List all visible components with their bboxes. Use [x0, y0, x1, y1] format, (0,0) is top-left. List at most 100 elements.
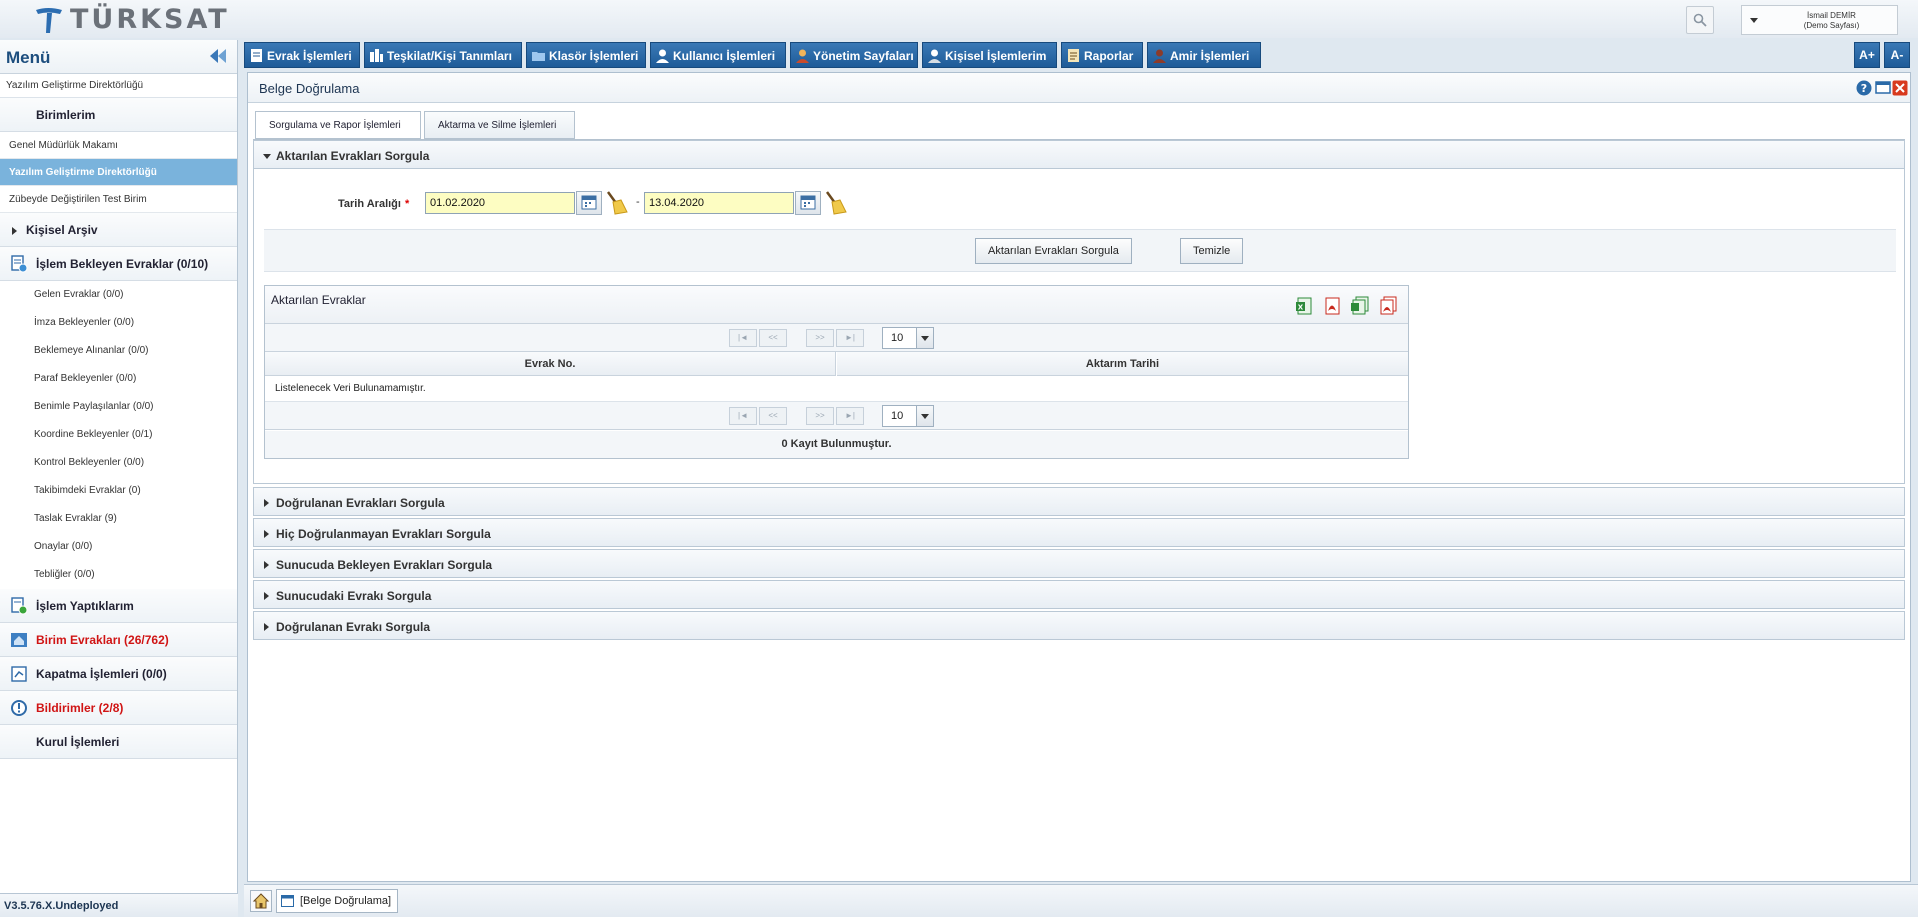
units-header[interactable]: Birimlerim — [0, 98, 237, 132]
window-icon[interactable] — [1875, 80, 1891, 96]
accordion-dogrulanan-sorgula[interactable]: Doğrulanan Evrakları Sorgula — [253, 487, 1905, 516]
home-button[interactable] — [250, 890, 272, 912]
closing-ops-header[interactable]: Kapatma İşlemleri (0/0) — [0, 657, 237, 691]
accordion-aktarilan-sorgula[interactable]: Aktarılan Evrakları Sorgula — [253, 140, 1905, 169]
transferred-docs-grid: Aktarılan Evraklar X |◄ << >> ►| 10 Evra… — [264, 285, 1409, 459]
pending-item[interactable]: Tebliğler (0/0) — [0, 561, 237, 589]
manager-icon — [1153, 49, 1166, 63]
sidebar-title: Menü — [6, 48, 51, 67]
prev-page-button[interactable]: << — [759, 329, 787, 347]
broom-icon — [825, 191, 847, 215]
prev-page-button[interactable]: << — [759, 407, 787, 425]
pending-item[interactable]: Koordine Bekleyenler (0/1) — [0, 421, 237, 449]
close-icon[interactable] — [1892, 80, 1908, 96]
grid-pager-bottom: |◄ << >> ►| 10 — [265, 402, 1408, 430]
board-ops-header[interactable]: Kurul İşlemleri — [0, 725, 237, 759]
document-icon — [251, 49, 262, 62]
nav-klasor-islemleri[interactable]: Klasör İşlemleri — [526, 42, 646, 68]
next-page-button[interactable]: >> — [806, 407, 834, 425]
sidebar-header: Menü — [0, 40, 237, 74]
grid-pager-top: |◄ << >> ►| 10 — [265, 324, 1408, 352]
accordion-sunucudaki-evrak[interactable]: Sunucudaki Evrakı Sorgula — [253, 580, 1905, 609]
query-transferred-button[interactable]: Aktarılan Evrakları Sorgula — [975, 238, 1132, 264]
current-unit: Yazılım Geliştirme Direktörlüğü — [0, 74, 237, 98]
unit-item[interactable]: Zübeyde Değiştirilen Test Birim — [0, 186, 237, 213]
collapse-sidebar-icon[interactable] — [208, 47, 228, 65]
tab-sorgulama-rapor[interactable]: Sorgulama ve Rapor İşlemleri — [255, 111, 421, 139]
unit-home-icon — [11, 633, 27, 647]
pending-item[interactable]: Taslak Evraklar (9) — [0, 505, 237, 533]
global-search-button[interactable] — [1686, 6, 1714, 34]
date-from-clear-button[interactable] — [602, 190, 630, 216]
accordion-hic-dogrulanmayan[interactable]: Hiç Doğrulanmayan Evrakları Sorgula — [253, 518, 1905, 547]
alert-icon — [11, 700, 27, 716]
user-icon — [656, 49, 669, 63]
excel-export-icon[interactable]: X — [1294, 296, 1314, 316]
chevron-down-icon — [1750, 18, 1758, 23]
column-header-aktarim-tarihi[interactable]: Aktarım Tarihi — [837, 352, 1408, 376]
date-from-calendar-button[interactable] — [576, 191, 602, 215]
help-icon[interactable]: ? — [1856, 80, 1872, 96]
pdf-export-icon[interactable] — [1322, 296, 1342, 316]
accordion-sunucuda-bekleyen[interactable]: Sunucuda Bekleyen Evrakları Sorgula — [253, 549, 1905, 578]
nav-evrak-islemleri[interactable]: Evrak İşlemleri — [244, 42, 360, 68]
tab-aktarma-silme[interactable]: Aktarma ve Silme İşlemleri — [424, 111, 575, 139]
date-to-calendar-button[interactable] — [795, 191, 821, 215]
personal-archive-toggle[interactable]: Kişisel Arşiv — [0, 213, 237, 247]
pending-item[interactable]: Benimle Paylaşılanlar (0/0) — [0, 393, 237, 421]
date-from-input[interactable] — [425, 192, 575, 214]
nav-amir-islemleri[interactable]: Amir İşlemleri — [1147, 42, 1261, 68]
person-settings-icon — [928, 49, 941, 63]
unit-item-active[interactable]: Yazılım Geliştirme Direktörlüğü — [0, 159, 237, 186]
notifications-header[interactable]: Bildirimler (2/8) — [0, 691, 237, 725]
font-increase-button[interactable]: A+ — [1854, 42, 1880, 68]
pending-docs-header[interactable]: İşlem Bekleyen Evraklar (0/10) — [0, 247, 237, 281]
unit-item[interactable]: Genel Müdürlük Makamı — [0, 132, 237, 159]
nav-raporlar[interactable]: Raporlar — [1061, 42, 1143, 68]
date-separator: - — [636, 196, 640, 208]
last-page-button[interactable]: ►| — [836, 407, 864, 425]
page-size-select[interactable]: 10 — [882, 327, 934, 349]
chevron-down-icon — [916, 328, 933, 348]
nav-kisisel-islemlerim[interactable]: Kişisel İşlemlerim — [922, 42, 1057, 68]
pending-item[interactable]: Kontrol Bekleyenler (0/0) — [0, 449, 237, 477]
font-decrease-button[interactable]: A- — [1884, 42, 1910, 68]
pending-item[interactable]: Gelen Evraklar (0/0) — [0, 281, 237, 309]
clear-button[interactable]: Temizle — [1180, 238, 1244, 264]
done-docs-header[interactable]: İşlem Yaptıklarım — [0, 589, 237, 623]
accordion-dogrulanan-evrak[interactable]: Doğrulanan Evrakı Sorgula — [253, 611, 1905, 640]
accordion-aktarilan-body: Tarih Aralığı* - Aktarılan Evrakları Sor… — [253, 169, 1905, 484]
app-version: V3.5.76.X.Undeployed — [0, 893, 238, 917]
page-size-select[interactable]: 10 — [882, 405, 934, 427]
form-button-bar: Aktarılan Evrakları Sorgula Temizle — [264, 229, 1896, 272]
pending-item[interactable]: Onaylar (0/0) — [0, 533, 237, 561]
first-page-button[interactable]: |◄ — [729, 329, 757, 347]
nav-kullanici-islemleri[interactable]: Kullanıcı İşlemleri — [650, 42, 786, 68]
last-page-button[interactable]: ►| — [836, 329, 864, 347]
pending-item[interactable]: İmza Bekleyenler (0/0) — [0, 309, 237, 337]
closing-ops-icon — [11, 666, 27, 682]
next-page-button[interactable]: >> — [806, 329, 834, 347]
org-chart-icon — [370, 49, 383, 62]
open-page-tab[interactable]: [Belge Doğrulama] — [276, 889, 398, 913]
nav-yonetim-sayfalari[interactable]: Yönetim Sayfaları — [790, 42, 918, 68]
chevron-down-icon — [916, 406, 933, 426]
pending-item[interactable]: Takibimdeki Evraklar (0) — [0, 477, 237, 505]
pending-docs-icon — [11, 255, 28, 273]
chevron-down-icon — [263, 154, 271, 159]
pending-item[interactable]: Beklemeye Alınanlar (0/0) — [0, 337, 237, 365]
first-page-button[interactable]: |◄ — [729, 407, 757, 425]
chevron-right-icon — [264, 592, 269, 600]
excel-export-all-icon[interactable] — [1350, 296, 1370, 316]
nav-teskilat-kisi[interactable]: Teşkilat/Kişi Tanımları — [364, 42, 522, 68]
unit-docs-header[interactable]: Birim Evrakları (26/762) — [0, 623, 237, 657]
chevron-right-icon — [264, 530, 269, 538]
user-menu[interactable]: İsmail DEMİR (Demo Sayfası) — [1741, 5, 1898, 35]
date-to-clear-button[interactable] — [821, 190, 849, 216]
page-title: Belge Doğrulama — [259, 81, 360, 96]
column-header-evrak-no[interactable]: Evrak No. — [265, 352, 836, 376]
pending-item[interactable]: Paraf Bekleyenler (0/0) — [0, 365, 237, 393]
pdf-export-all-icon[interactable] — [1378, 296, 1398, 316]
date-to-input[interactable] — [644, 192, 794, 214]
empty-message: Listelenecek Veri Bulunamamıştır. — [265, 376, 1408, 402]
